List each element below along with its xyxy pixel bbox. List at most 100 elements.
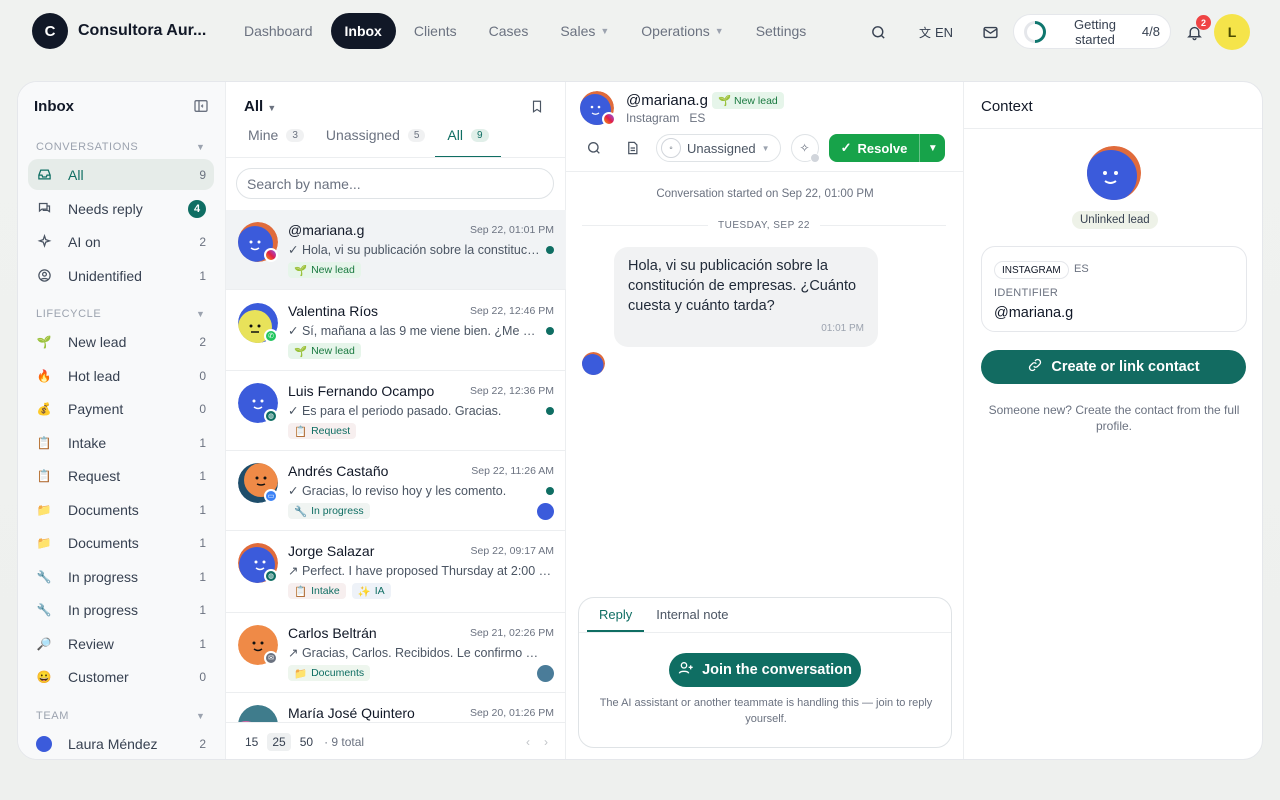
nav-dashboard[interactable]: Dashboard: [230, 13, 327, 49]
conversation-row[interactable]: ✆ Valentina Ríos Sep 22, 12:46 PM ✓ Sí, …: [226, 291, 566, 371]
context-help-text: Someone new? Create the contact from the…: [988, 403, 1240, 433]
inbox-card: Inbox CONVERSATIONS ▼ All 9 Needs reply …: [17, 81, 1263, 760]
unread-dot: [546, 487, 554, 495]
sidebar-item-count: 1: [199, 535, 206, 550]
sidebar-item-count: 2: [199, 234, 206, 249]
nav-settings[interactable]: Settings: [742, 13, 821, 49]
resolve-button[interactable]: ✓ Resolve ▼: [828, 134, 946, 162]
nav-sales[interactable]: Sales ▼: [546, 13, 623, 49]
tab-all[interactable]: All 9: [435, 127, 501, 158]
getting-started-button[interactable]: Getting started 4/8: [1013, 14, 1171, 49]
sparkles-icon: ✧: [799, 141, 810, 155]
create-or-link-contact-button[interactable]: Create or link contact: [981, 350, 1246, 384]
sidebar-item-label: All: [68, 166, 84, 183]
sidebar-item-count: 2: [199, 736, 206, 751]
chevron-down-icon: ▼: [761, 143, 770, 153]
sidebar-item-documents[interactable]: 📁 Documents 1: [28, 494, 214, 525]
tab-count: 3: [286, 129, 304, 142]
bookmark-icon[interactable]: [530, 98, 546, 116]
user-avatar[interactable]: L: [1214, 14, 1250, 50]
resolve-options-button[interactable]: ▼: [919, 134, 945, 162]
tab-mine[interactable]: Mine 3: [248, 127, 304, 158]
inbox-sidebar: Inbox CONVERSATIONS ▼ All 9 Needs reply …: [18, 82, 226, 759]
clipboard-icon: 📋: [294, 585, 308, 598]
chevron-down-icon[interactable]: ▼: [196, 142, 205, 152]
chevron-left-icon[interactable]: ‹: [526, 735, 530, 749]
sidebar-item-documents[interactable]: 📁 Documents 1: [28, 527, 214, 558]
join-conversation-button[interactable]: Join the conversation: [669, 653, 861, 687]
conversation-row[interactable]: María José Quintero Sep 20, 01:26 PM: [226, 693, 566, 722]
tab-reply[interactable]: Reply: [587, 598, 645, 632]
search-input[interactable]: [236, 168, 554, 199]
notification-badge: 2: [1196, 15, 1211, 30]
sidebar-item-in-progress[interactable]: 🔧 In progress 1: [28, 561, 214, 592]
list-tabs: Mine 3 Unassigned 5 All 9: [248, 127, 511, 158]
conversation-row[interactable]: ◍ Jorge Salazar Sep 22, 09:17 AM ↗ Perfe…: [226, 531, 566, 613]
sidebar-item-team-member[interactable]: Laura Méndez 2: [28, 728, 214, 759]
language-switcher[interactable]: 文 EN: [916, 22, 956, 42]
lifecycle-tag: 📋 Request: [288, 423, 357, 439]
sidebar-item-count: 1: [199, 468, 206, 483]
sidebar-item-label: In progress: [68, 601, 139, 618]
document-icon[interactable]: [618, 134, 646, 162]
sidebar-item-review[interactable]: 🔎 Review 1: [28, 628, 214, 659]
mail-icon[interactable]: [980, 22, 1000, 42]
channel-badge: INSTAGRAM: [994, 261, 1069, 279]
avatar: [36, 735, 52, 752]
page-size-option[interactable]: 15: [240, 733, 263, 751]
sidebar-item-payment[interactable]: 💰 Payment 0: [28, 393, 214, 424]
sidebar-item-count: 1: [199, 602, 206, 617]
workspace-logo[interactable]: C: [32, 13, 68, 49]
sidebar-item-count: 1: [199, 636, 206, 651]
page-size-option[interactable]: 50: [295, 733, 318, 751]
nav-cases[interactable]: Cases: [475, 13, 543, 49]
tab-label: Internal note: [656, 607, 729, 622]
search-icon[interactable]: [868, 22, 888, 42]
sidebar-item-customer[interactable]: 😀 Customer 0: [28, 661, 214, 692]
conversation-time: Sep 22, 01:01 PM: [469, 224, 554, 236]
conversation-preview: ✓ Es para el periodo pasado. Gracias.: [288, 404, 502, 418]
nav-clients[interactable]: Clients: [400, 13, 471, 49]
progress-ring: [1024, 20, 1046, 43]
chevron-down-icon[interactable]: ▼: [196, 711, 205, 721]
ai-toggle-button[interactable]: ✧: [790, 134, 820, 163]
fire-icon: 🔥: [36, 368, 52, 383]
sidebar-item-request[interactable]: 📋 Request 1: [28, 460, 214, 491]
lifecycle-tag[interactable]: 🌱 New lead: [712, 92, 784, 109]
list-filter-dropdown[interactable]: All ▼: [244, 98, 276, 115]
tab-internal-note[interactable]: Internal note: [644, 598, 740, 632]
tab-unassigned[interactable]: Unassigned 5: [326, 127, 426, 158]
sidebar-item-hot-lead[interactable]: 🔥 Hot lead 0: [28, 360, 214, 391]
page-size-option[interactable]: 25: [267, 733, 291, 751]
sidebar-item-count: 1: [199, 435, 206, 450]
conversation-row[interactable]: ▭ Andrés Castaño Sep 22, 11:26 AM ✓ Grac…: [226, 451, 566, 531]
nav-operations[interactable]: Operations ▼: [627, 13, 737, 49]
conversation-row[interactable]: ✉ Carlos Beltrán Sep 21, 02:26 PM ↗ Grac…: [226, 613, 566, 693]
workspace-name[interactable]: Consultora Aur...: [78, 22, 206, 40]
tag-label: Documents: [311, 667, 365, 679]
sidebar-item-ai-on[interactable]: AI on 2: [28, 226, 214, 257]
chevron-down-icon[interactable]: ▼: [196, 309, 205, 319]
instagram-icon: [264, 248, 278, 262]
tag-label: IA: [374, 585, 385, 597]
nav-operations-label: Operations: [641, 23, 710, 39]
conversation-preview: ↗ Perfect. I have proposed Thursday at 2…: [288, 564, 558, 578]
language-label: ES: [689, 111, 706, 125]
conversation-started-note: Conversation started on Sep 22, 01:00 PM: [656, 188, 874, 200]
sidebar-item-unidentified[interactable]: Unidentified 1: [28, 260, 214, 291]
sidebar-item-in-progress[interactable]: 🔧 In progress 1: [28, 594, 214, 625]
nav-inbox[interactable]: Inbox: [330, 13, 396, 49]
sidebar-item-all[interactable]: All 9: [28, 159, 214, 190]
tab-label: Mine: [248, 127, 279, 143]
language-label: EN: [934, 24, 954, 40]
sidebar-item-intake[interactable]: 📋 Intake 1: [28, 427, 214, 458]
sidebar-item-new-lead[interactable]: 🌱 New lead 2: [28, 326, 214, 357]
conversation-row[interactable]: ◍ Luis Fernando Ocampo Sep 22, 12:36 PM …: [226, 371, 566, 451]
divider: [226, 157, 566, 158]
collapse-sidebar-icon[interactable]: [193, 98, 209, 114]
conversation-row[interactable]: @mariana.g Sep 22, 01:01 PM ✓ Hola, vi s…: [226, 210, 566, 290]
chevron-right-icon[interactable]: ›: [544, 735, 548, 749]
sidebar-item-needs-reply[interactable]: Needs reply 4: [28, 193, 214, 224]
search-icon[interactable]: [580, 134, 608, 162]
assignee-dropdown[interactable]: ◦ Unassigned ▼: [656, 134, 781, 162]
